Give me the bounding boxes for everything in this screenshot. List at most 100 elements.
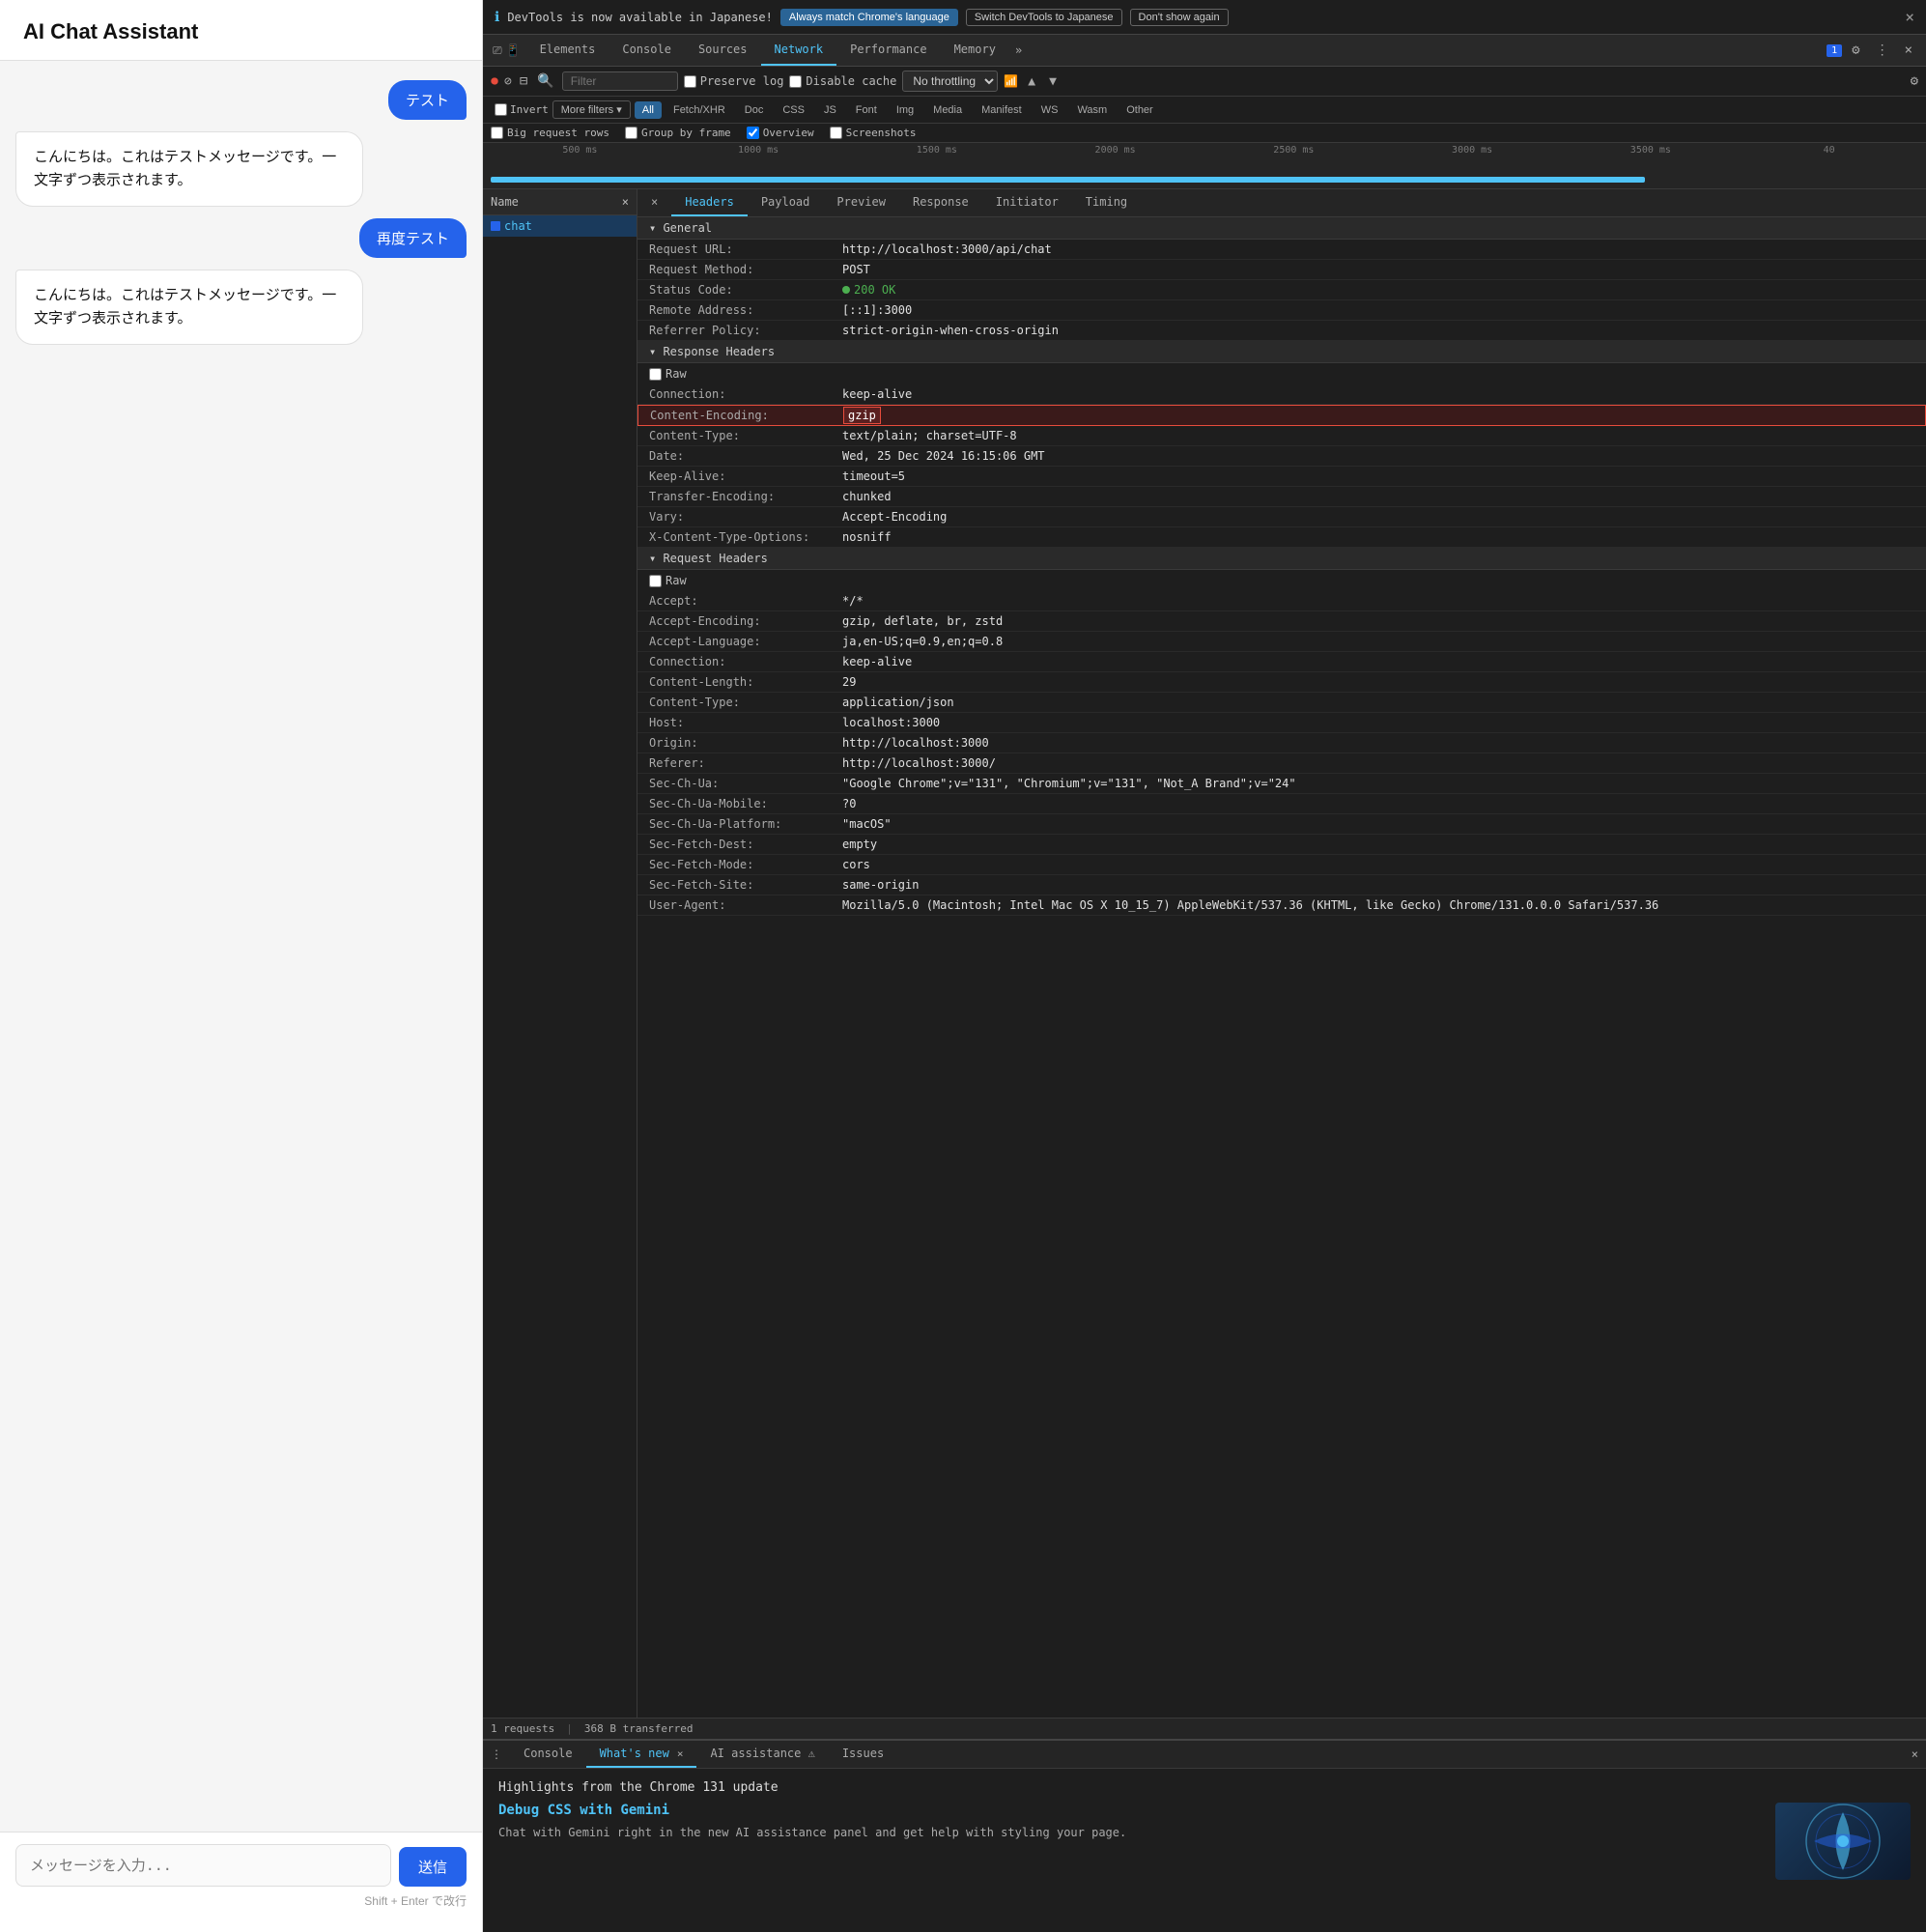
download-icon[interactable]: ▼ — [1045, 72, 1061, 91]
search-icon[interactable]: 🔍 — [535, 71, 555, 91]
more-options-icon[interactable]: ⋮ — [1870, 39, 1895, 62]
feature-thumbnail — [1775, 1803, 1911, 1880]
close-devtools-icon[interactable]: × — [1899, 39, 1918, 62]
filter-media[interactable]: Media — [925, 101, 970, 119]
upload-icon[interactable]: ▲ — [1024, 72, 1039, 91]
more-tabs-button[interactable]: » — [1009, 36, 1028, 65]
bottom-tab-console[interactable]: Console — [510, 1741, 586, 1768]
filter-doc[interactable]: Doc — [737, 101, 772, 119]
match-language-button[interactable]: Always match Chrome's language — [780, 9, 958, 26]
send-button[interactable]: 送信 — [399, 1847, 467, 1887]
network-settings-icon[interactable]: ⚙ — [1911, 73, 1918, 89]
bottom-tab-ai-assistance[interactable]: AI assistance ⚠ — [696, 1741, 828, 1768]
name-item-chat[interactable]: chat — [483, 215, 637, 237]
filter-img[interactable]: Img — [889, 101, 921, 119]
close-bottom-panel-icon[interactable]: × — [1904, 1744, 1926, 1765]
invert-label[interactable]: Invert — [495, 103, 549, 116]
overview-label[interactable]: Overview — [747, 127, 814, 139]
detail-tab-initiator[interactable]: Initiator — [982, 189, 1072, 216]
filter-icon[interactable]: ⊟ — [518, 71, 529, 91]
detail-tab-headers[interactable]: Headers — [671, 189, 748, 216]
sec-ch-ua-platform-key: Sec-Ch-Ua-Platform: — [649, 817, 842, 831]
sec-ch-ua-row: Sec-Ch-Ua: "Google Chrome";v="131", "Chr… — [637, 774, 1926, 794]
preserve-log-label[interactable]: Preserve log — [684, 74, 784, 88]
screenshots-label[interactable]: Screenshots — [830, 127, 917, 139]
referrer-policy-row: Referrer Policy: strict-origin-when-cros… — [637, 321, 1926, 341]
detail-close-icon[interactable]: × — [637, 189, 671, 216]
filter-other[interactable]: Other — [1119, 101, 1161, 119]
ruler-1500: 1500 ms — [848, 145, 1027, 156]
user-agent-row: User-Agent: Mozilla/5.0 (Macintosh; Inte… — [637, 895, 1926, 916]
sec-fetch-mode-val: cors — [842, 858, 1914, 871]
record-button[interactable]: ⏺ — [491, 71, 498, 91]
big-request-rows-label[interactable]: Big request rows — [491, 127, 609, 139]
req-content-type-val: application/json — [842, 696, 1914, 709]
general-section-title[interactable]: General — [637, 217, 1926, 240]
tab-network[interactable]: Network — [761, 35, 837, 66]
filter-wasm[interactable]: Wasm — [1069, 101, 1115, 119]
filter-input-group — [562, 71, 678, 91]
filter-css[interactable]: CSS — [775, 101, 812, 119]
close-whats-new-icon[interactable]: × — [677, 1747, 684, 1760]
close-name-panel-icon[interactable]: × — [622, 195, 629, 209]
bottom-tab-whats-new[interactable]: What's new × — [586, 1741, 697, 1768]
filter-fetch-xhr[interactable]: Fetch/XHR — [666, 101, 733, 119]
ruler-3500: 3500 ms — [1562, 145, 1741, 156]
x-content-type-val: nosniff — [842, 530, 1914, 544]
tab-performance[interactable]: Performance — [836, 35, 940, 66]
bottom-tab-issues[interactable]: Issues — [829, 1741, 897, 1768]
filter-font[interactable]: Font — [848, 101, 885, 119]
tab-memory[interactable]: Memory — [941, 35, 1009, 66]
debug-css-link[interactable]: Debug CSS with Gemini — [498, 1803, 1760, 1818]
request-raw-checkbox[interactable] — [649, 575, 662, 587]
disable-cache-label[interactable]: Disable cache — [789, 74, 896, 88]
filter-js[interactable]: JS — [816, 101, 844, 119]
detail-tab-preview[interactable]: Preview — [823, 189, 899, 216]
more-filters-button[interactable]: More filters ▾ — [552, 100, 631, 119]
switch-japanese-button[interactable]: Switch DevTools to Japanese — [966, 9, 1122, 26]
preserve-log-checkbox[interactable] — [684, 75, 696, 88]
tab-console[interactable]: Console — [609, 35, 685, 66]
overview-checkbox[interactable] — [747, 127, 759, 139]
big-request-rows-checkbox[interactable] — [491, 127, 503, 139]
message-bubble: 再度テスト — [359, 218, 467, 258]
group-by-frame-label[interactable]: Group by frame — [625, 127, 731, 139]
disable-cache-checkbox[interactable] — [789, 75, 802, 88]
filter-all[interactable]: All — [635, 101, 662, 119]
timeline-area: 500 ms 1000 ms 1500 ms 2000 ms 2500 ms 3… — [483, 143, 1926, 189]
response-raw-checkbox[interactable] — [649, 368, 662, 381]
filter-type-row: Invert More filters ▾ All Fetch/XHR Doc … — [483, 97, 1926, 124]
devtools-main-tabs: ⎚ 📱 Elements Console Sources Network Per… — [483, 35, 1926, 67]
request-method-key: Request Method: — [649, 263, 842, 276]
date-val: Wed, 25 Dec 2024 16:15:06 GMT — [842, 449, 1914, 463]
close-info-icon[interactable]: × — [1905, 8, 1914, 26]
message-input[interactable] — [15, 1844, 391, 1887]
filter-input[interactable] — [571, 74, 648, 88]
group-by-frame-checkbox[interactable] — [625, 127, 637, 139]
request-headers-section-title[interactable]: Request Headers — [637, 548, 1926, 570]
tab-sources[interactable]: Sources — [685, 35, 761, 66]
detail-tab-timing[interactable]: Timing — [1072, 189, 1141, 216]
detail-tab-response[interactable]: Response — [899, 189, 982, 216]
sec-fetch-mode-row: Sec-Fetch-Mode: cors — [637, 855, 1926, 875]
x-content-type-key: X-Content-Type-Options: — [649, 530, 842, 544]
ruler-2500: 2500 ms — [1204, 145, 1383, 156]
response-headers-section-title[interactable]: Response Headers — [637, 341, 1926, 363]
dont-show-button[interactable]: Don't show again — [1130, 9, 1229, 26]
clear-button[interactable]: ⊘ — [504, 74, 512, 89]
filter-ws[interactable]: WS — [1034, 101, 1066, 119]
filter-manifest[interactable]: Manifest — [974, 101, 1030, 119]
detail-tab-payload[interactable]: Payload — [748, 189, 824, 216]
transfer-encoding-val: chunked — [842, 490, 1914, 503]
settings-icon[interactable]: ⚙ — [1846, 39, 1865, 62]
sec-fetch-site-row: Sec-Fetch-Site: same-origin — [637, 875, 1926, 895]
throttle-select[interactable]: No throttling — [902, 71, 998, 92]
bottom-menu-icon[interactable]: ⋮ — [483, 1742, 510, 1767]
name-panel-header: Name × — [483, 189, 637, 215]
user-agent-key: User-Agent: — [649, 898, 842, 912]
accept-encoding-key: Accept-Encoding: — [649, 614, 842, 628]
tab-elements[interactable]: Elements — [526, 35, 609, 66]
invert-checkbox[interactable] — [495, 103, 507, 116]
screenshots-checkbox[interactable] — [830, 127, 842, 139]
req-content-type-row: Content-Type: application/json — [637, 693, 1926, 713]
